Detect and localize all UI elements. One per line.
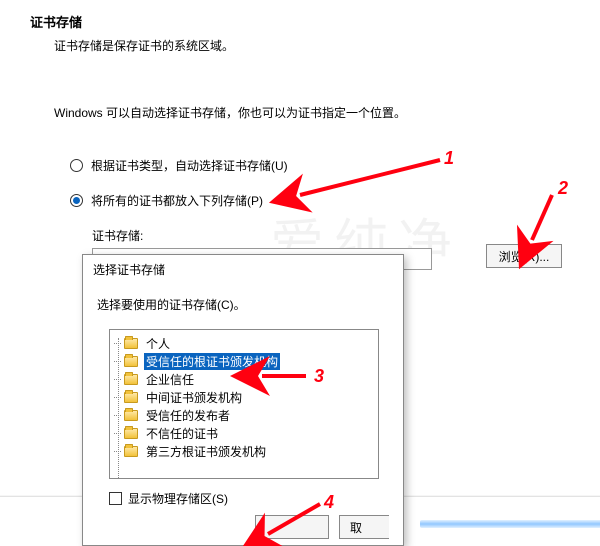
radio-icon <box>70 194 83 207</box>
tree-label: 中间证书颁发机构 <box>144 389 244 406</box>
folder-icon <box>124 374 138 385</box>
tree-item-personal[interactable]: 个人 <box>110 334 378 352</box>
annotation-3: 3 <box>314 366 324 387</box>
blue-stripe <box>420 520 600 528</box>
folder-icon <box>124 410 138 421</box>
tree-label: 受信任的发布者 <box>144 407 232 424</box>
dialog-hint: 选择要使用的证书存储(C)。 <box>83 284 403 323</box>
tree-item-trusted-root[interactable]: 受信任的根证书颁发机构 <box>110 352 378 370</box>
tree-item-trusted-pub[interactable]: 受信任的发布者 <box>110 406 378 424</box>
folder-icon <box>124 338 138 349</box>
folder-icon <box>124 356 138 367</box>
store-tree[interactable]: 个人 受信任的根证书颁发机构 企业信任 中间证书颁发机构 受信任的发布者 不信任… <box>109 329 379 479</box>
store-label: 证书存储: <box>92 227 570 244</box>
tree-item-enterprise[interactable]: 企业信任 <box>110 370 378 388</box>
dialog-buttons: 取 <box>203 515 389 539</box>
tree-label: 个人 <box>144 335 172 352</box>
tree-item-thirdparty[interactable]: 第三方根证书颁发机构 <box>110 442 378 460</box>
tree-label: 第三方根证书颁发机构 <box>144 443 268 460</box>
dialog-title: 选择证书存储 <box>83 255 403 284</box>
tree-item-untrusted[interactable]: 不信任的证书 <box>110 424 378 442</box>
wizard-panel: 证书存储 证书存储是保存证书的系统区域。 Windows 可以自动选择证书存储，… <box>0 0 600 270</box>
folder-icon <box>124 428 138 439</box>
select-store-dialog: 选择证书存储 选择要使用的证书存储(C)。 个人 受信任的根证书颁发机构 企业信… <box>82 254 404 546</box>
radio-manual-label: 将所有的证书都放入下列存储(P) <box>91 192 263 209</box>
radio-auto[interactable]: 根据证书类型，自动选择证书存储(U) <box>70 157 570 174</box>
checkbox-icon <box>109 492 122 505</box>
wizard-title: 证书存储 <box>30 12 570 31</box>
wizard-subtitle: 证书存储是保存证书的系统区域。 <box>54 37 570 54</box>
radio-icon <box>70 159 83 172</box>
folder-icon <box>124 446 138 457</box>
show-physical-label: 显示物理存储区(S) <box>128 490 228 507</box>
radio-manual[interactable]: 将所有的证书都放入下列存储(P) <box>70 192 570 209</box>
radio-auto-label: 根据证书类型，自动选择证书存储(U) <box>91 157 288 174</box>
wizard-hint: Windows 可以自动选择证书存储，你也可以为证书指定一个位置。 <box>54 104 570 121</box>
tree-label: 不信任的证书 <box>144 425 220 442</box>
radio-group: 根据证书类型，自动选择证书存储(U) 将所有的证书都放入下列存储(P) <box>70 157 570 209</box>
tree-item-intermediate[interactable]: 中间证书颁发机构 <box>110 388 378 406</box>
annotation-1: 1 <box>444 148 454 169</box>
show-physical-checkbox[interactable]: 显示物理存储区(S) <box>109 490 228 507</box>
ok-button[interactable] <box>255 515 329 539</box>
tree-label: 企业信任 <box>144 371 196 388</box>
annotation-2: 2 <box>558 178 568 199</box>
tree-label: 受信任的根证书颁发机构 <box>144 353 280 370</box>
annotation-4: 4 <box>324 492 334 513</box>
browse-button[interactable]: 浏览(R)... <box>486 244 562 268</box>
folder-icon <box>124 392 138 403</box>
cancel-button[interactable]: 取 <box>339 515 389 539</box>
